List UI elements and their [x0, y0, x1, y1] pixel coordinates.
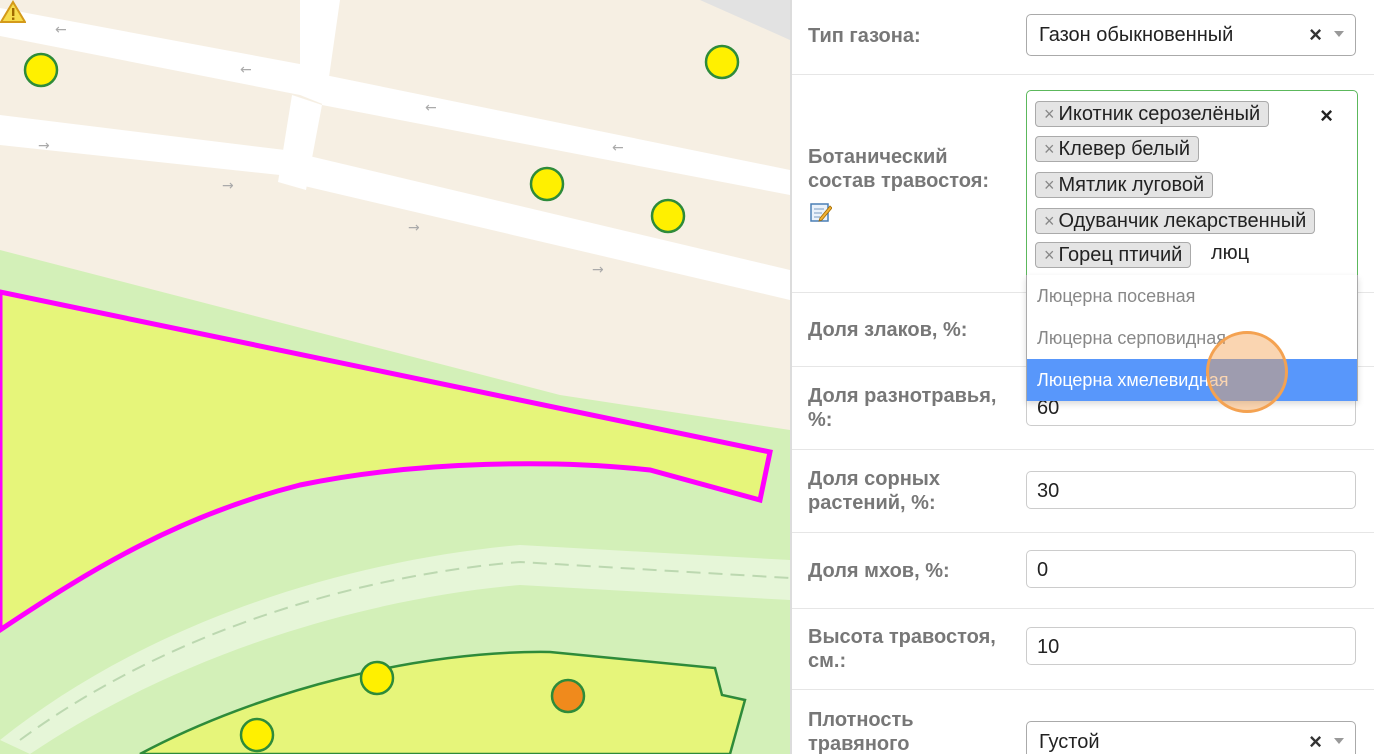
clear-icon[interactable]: ×	[1309, 22, 1322, 48]
botanical-label-line1: Ботанический	[808, 146, 948, 168]
multiselect-search-input[interactable]: люц	[1211, 242, 1249, 265]
tag-label: Горец птичий	[1058, 244, 1183, 266]
moss-input[interactable]: 0	[1026, 550, 1356, 588]
svg-text:→: →	[38, 138, 50, 154]
forbs-label-line1: Доля разнотравья,	[808, 385, 997, 407]
tag-remove-icon[interactable]: ×	[1044, 104, 1055, 124]
svg-text:←: ←	[425, 100, 437, 116]
tag-label: Клевер белый	[1058, 138, 1191, 160]
lawn-type-select[interactable]: Газон обыкновенный ×	[1026, 14, 1356, 56]
tag-label: Мятлик луговой	[1058, 174, 1205, 196]
density-value: Густой	[1039, 731, 1100, 753]
dropdown-option[interactable]: Люцерна серповидная	[1027, 317, 1357, 359]
tag-item: × Клевер белый	[1035, 136, 1200, 162]
density-select[interactable]: Густой ×	[1026, 721, 1356, 754]
forbs-label: Доля разнотравья, %:	[808, 384, 1013, 432]
botanical-multiselect[interactable]: × Икотник серозелёный × Клевер белый × Мятл…	[1026, 90, 1358, 276]
edit-icon[interactable]	[810, 201, 832, 223]
tag-label: Одуванчик лекарственный	[1058, 210, 1307, 232]
weeds-label: Доля сорных растений, %:	[808, 467, 1013, 515]
weeds-label-line1: Доля сорных	[808, 468, 940, 490]
row-density: Плотность травяного Густой ×	[792, 689, 1374, 754]
lawn-polygon-lower[interactable]	[139, 650, 747, 754]
svg-text:←: ←	[612, 140, 624, 156]
svg-text:←: ←	[55, 22, 67, 38]
weeds-label-line2: растений, %:	[808, 492, 936, 514]
row-moss: Доля мхов, %: 0	[792, 532, 1374, 609]
chevron-down-icon[interactable]	[1334, 31, 1344, 37]
weeds-input[interactable]: 30	[1026, 471, 1356, 509]
clear-icon[interactable]: ×	[1309, 729, 1322, 754]
dropdown-option-highlighted[interactable]: Люцерна хмелевидная	[1027, 359, 1357, 401]
map-marker[interactable]	[704, 44, 740, 80]
density-label: Плотность травяного	[808, 708, 1013, 754]
height-input[interactable]: 10	[1026, 627, 1356, 665]
tag-remove-icon[interactable]: ×	[1044, 175, 1055, 195]
cereals-label: Доля злаков, %:	[808, 319, 968, 341]
warning-icon[interactable]	[0, 0, 26, 24]
density-label-line1: Плотность	[808, 709, 914, 731]
height-label-line1: Высота травостоя,	[808, 626, 996, 648]
map-marker[interactable]	[239, 717, 275, 753]
tag-remove-icon[interactable]: ×	[1044, 139, 1055, 159]
botanical-label-line2: состав травостоя:	[808, 170, 990, 192]
density-label-line2: травяного	[808, 733, 910, 754]
map-marker[interactable]	[650, 198, 686, 234]
tag-label: Икотник серозелёный	[1058, 103, 1261, 125]
height-label-line2: см.:	[808, 650, 847, 672]
map-marker[interactable]	[23, 52, 59, 88]
map-view[interactable]: ← ← ← ← → → → →	[0, 0, 790, 754]
map-marker-orange[interactable]	[550, 678, 586, 714]
height-label: Высота травостоя, см.:	[808, 625, 1013, 673]
dropdown-option[interactable]: Люцерна посевная	[1027, 275, 1357, 317]
row-weeds: Доля сорных растений, %: 30	[792, 449, 1374, 533]
map-marker[interactable]	[359, 660, 395, 696]
click-indicator	[1206, 331, 1288, 413]
clear-all-icon[interactable]: ×	[1320, 103, 1333, 129]
svg-text:→: →	[592, 262, 604, 278]
lawn-type-label: Тип газона:	[808, 25, 921, 47]
tag-item: × Одуванчик лекарственный	[1035, 208, 1316, 234]
tag-remove-icon[interactable]: ×	[1044, 211, 1055, 231]
lawn-type-value: Газон обыкновенный	[1039, 24, 1234, 46]
options-dropdown: Люцерна посевная Люцерна серповидная Люц…	[1026, 275, 1358, 401]
svg-text:→: →	[222, 178, 234, 194]
moss-label: Доля мхов, %:	[808, 560, 950, 582]
tag-item: × Горец птичий	[1035, 242, 1192, 268]
tag-item: × Икотник серозелёный	[1035, 101, 1270, 127]
map-canvas[interactable]: ← ← ← ← → → → →	[0, 0, 790, 754]
svg-text:←: ←	[240, 62, 252, 78]
tag-item: × Мятлик луговой	[1035, 172, 1214, 198]
chevron-down-icon[interactable]	[1334, 738, 1344, 744]
row-height: Высота травостоя, см.: 10	[792, 608, 1374, 690]
map-marker[interactable]	[529, 166, 565, 202]
botanical-label: Ботанический состав травостоя:	[808, 145, 1013, 193]
tag-remove-icon[interactable]: ×	[1044, 245, 1055, 265]
svg-text:→: →	[408, 220, 420, 236]
forbs-label-line2: %:	[808, 409, 833, 431]
row-lawn-type: Тип газона: Газон обыкновенный ×	[792, 0, 1374, 75]
